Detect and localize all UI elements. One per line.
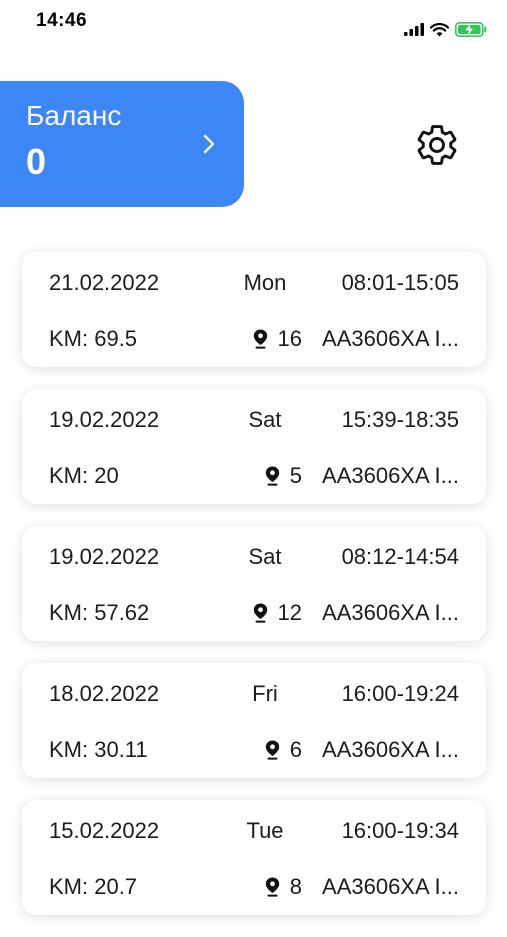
trip-stops-count: 8 (289, 874, 302, 899)
trip-date: 19.02.2022 (49, 544, 160, 569)
location-pin-icon (253, 603, 268, 629)
status-icons (404, 22, 487, 42)
trip-distance: KM: 20.7 (49, 874, 138, 899)
chevron-right-icon (202, 133, 216, 160)
trip-stops-count: 12 (277, 600, 302, 625)
balance-card[interactable]: Баланс 0 (0, 81, 244, 207)
trip-distance: KM: 20 (49, 463, 119, 488)
trip-stops-count: 16 (277, 326, 302, 351)
wifi-icon (429, 22, 450, 42)
trip-distance: KM: 69.5 (49, 326, 138, 351)
trip-stops-count: 6 (289, 737, 302, 762)
trip-time-range: 16:00-19:24 (341, 681, 459, 706)
trip-day: Sat (248, 544, 282, 569)
trip-vehicle-plate: AA3606XA I... (322, 600, 459, 625)
balance-value: 0 (26, 141, 47, 182)
trip-day: Sat (248, 407, 282, 432)
trip-card[interactable]: 15.02.2022 Tue 16:00-19:34 KM: 20.7 8 AA… (22, 800, 486, 915)
settings-button[interactable] (414, 122, 460, 168)
gear-icon (414, 125, 460, 172)
status-time: 14:46 (36, 10, 88, 31)
trip-stops: 12 (222, 600, 302, 629)
trip-distance: KM: 30.11 (49, 737, 148, 762)
trip-vehicle-plate: AA3606XA I... (322, 463, 459, 488)
trip-card[interactable]: 21.02.2022 Mon 08:01-15:05 KM: 69.5 16 A… (22, 252, 486, 367)
location-pin-icon (253, 329, 268, 355)
balance-label: Баланс (26, 100, 122, 131)
cellular-signal-icon (404, 23, 424, 41)
trip-date: 18.02.2022 (49, 681, 160, 706)
trip-time-range: 08:12-14:54 (341, 544, 459, 569)
trip-time-range: 15:39-18:35 (341, 407, 459, 432)
trip-vehicle-plate: AA3606XA I... (322, 874, 459, 899)
location-pin-icon (265, 740, 280, 766)
trip-card[interactable]: 19.02.2022 Sat 08:12-14:54 KM: 57.62 12 … (22, 526, 486, 641)
trip-date: 15.02.2022 (49, 818, 160, 843)
trip-day: Mon (243, 270, 287, 295)
trip-distance: KM: 57.62 (49, 600, 150, 625)
battery-charging-icon (455, 22, 487, 42)
trip-date: 19.02.2022 (49, 407, 160, 432)
trip-stops: 5 (222, 463, 302, 492)
trip-stops: 6 (222, 737, 302, 766)
trip-card[interactable]: 19.02.2022 Sat 15:39-18:35 KM: 20 5 AA36… (22, 389, 486, 504)
trip-time-range: 16:00-19:34 (341, 818, 459, 843)
trip-date: 21.02.2022 (49, 270, 160, 295)
trip-time-range: 08:01-15:05 (341, 270, 459, 295)
trip-day: Fri (252, 681, 278, 706)
trip-stops: 16 (222, 326, 302, 355)
trip-stops-count: 5 (289, 463, 302, 488)
trip-list: 21.02.2022 Mon 08:01-15:05 KM: 69.5 16 A… (22, 252, 486, 937)
status-bar: 14:46 (0, 0, 507, 44)
trip-stops: 8 (222, 874, 302, 903)
location-pin-icon (265, 877, 280, 903)
trip-vehicle-plate: AA3606XA I... (322, 737, 459, 762)
trip-day: Tue (246, 818, 284, 843)
trip-vehicle-plate: AA3606XA I... (322, 326, 459, 351)
trip-card[interactable]: 18.02.2022 Fri 16:00-19:24 KM: 30.11 6 A… (22, 663, 486, 778)
location-pin-icon (265, 466, 280, 492)
